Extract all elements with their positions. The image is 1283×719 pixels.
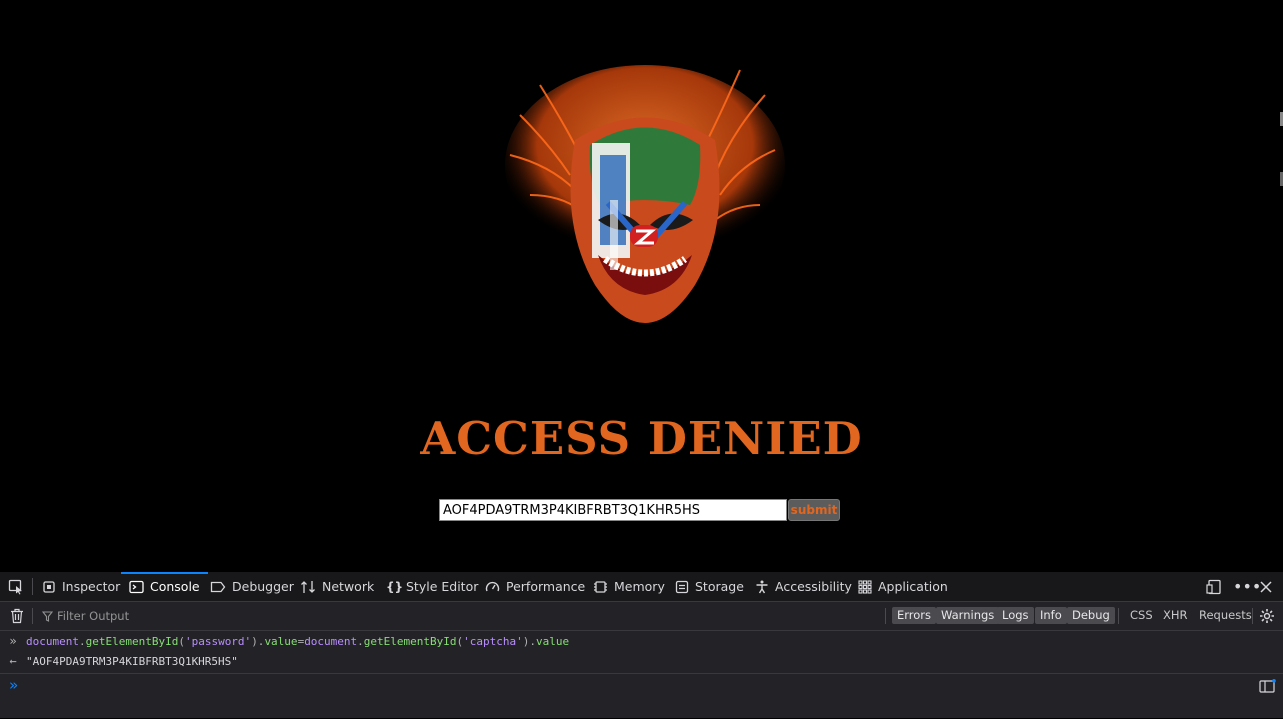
- inspector-icon: [43, 580, 55, 593]
- filter-requests-button[interactable]: Requests: [1199, 607, 1252, 624]
- result-arrow-icon: ←: [9, 654, 17, 668]
- filter-css-button[interactable]: CSS: [1130, 607, 1153, 624]
- submit-button[interactable]: submit: [788, 499, 840, 521]
- application-icon: [858, 579, 872, 594]
- devtools-panel: Inspector Console Debugger Network {} St…: [0, 572, 1283, 718]
- responsive-design-button[interactable]: [1206, 572, 1222, 601]
- tab-style-editor[interactable]: {} Style Editor: [386, 572, 478, 601]
- debugger-icon: [210, 581, 226, 592]
- more-options-button[interactable]: •••: [1233, 572, 1261, 601]
- console-input-line: » document.getElementById('password').va…: [0, 631, 1283, 651]
- storage-icon: [675, 580, 689, 593]
- filter-placeholder: Filter Output: [57, 609, 130, 623]
- tab-application[interactable]: Application: [858, 572, 948, 601]
- filter-output-input[interactable]: Filter Output: [42, 607, 342, 625]
- web-page: ACCESS DENIED submit: [0, 0, 1283, 572]
- performance-icon: [485, 581, 500, 591]
- style-editor-icon: {}: [386, 579, 404, 594]
- close-devtools-button[interactable]: [1260, 572, 1272, 601]
- accessibility-icon: [756, 580, 768, 593]
- input-chevron-icon: »: [9, 634, 17, 648]
- memory-icon: [594, 580, 607, 593]
- filter-debug-button[interactable]: Debug: [1067, 607, 1115, 624]
- console-result: "AOF4PDA9TRM3P4KIBFRBT3Q1KHR5HS": [26, 654, 238, 668]
- filter-icon: [42, 610, 53, 622]
- console-result-line: ← "AOF4PDA9TRM3P4KIBFRBT3Q1KHR5HS": [0, 651, 1283, 671]
- more-options-icon: •••: [1233, 577, 1262, 596]
- page-title: ACCESS DENIED: [420, 412, 863, 465]
- tab-storage[interactable]: Storage: [675, 572, 744, 601]
- filter-logs-button[interactable]: Logs: [997, 607, 1034, 624]
- console-input[interactable]: »: [0, 673, 1283, 719]
- prompt-chevron-icon: »: [9, 676, 19, 694]
- tab-console[interactable]: Console: [121, 572, 208, 601]
- tab-label: Accessibility: [775, 579, 852, 594]
- filter-info-button[interactable]: Info: [1035, 607, 1067, 624]
- tab-label: Console: [150, 579, 200, 594]
- tab-debugger[interactable]: Debugger: [210, 572, 294, 601]
- clear-console-button[interactable]: [10, 608, 24, 628]
- tab-memory[interactable]: Memory: [593, 572, 665, 601]
- console-filter-bar: Filter Output Errors Warnings Logs Info …: [0, 602, 1283, 631]
- filter-warnings-button[interactable]: Warnings: [936, 607, 1000, 624]
- editor-mode-button[interactable]: [1259, 679, 1276, 696]
- clown-face-icon: [505, 65, 785, 323]
- responsive-design-icon: [1206, 579, 1221, 594]
- tab-label: Style Editor: [406, 579, 479, 594]
- tab-label: Inspector: [62, 579, 121, 594]
- network-icon: [301, 580, 315, 593]
- console-output: » document.getElementById('password').va…: [0, 631, 1283, 718]
- tab-label: Memory: [614, 579, 665, 594]
- element-picker-icon: [8, 579, 22, 594]
- tab-label: Network: [322, 579, 375, 594]
- tab-performance[interactable]: Performance: [485, 572, 585, 601]
- editor-mode-icon: [1259, 679, 1276, 693]
- element-picker-button[interactable]: [8, 572, 24, 601]
- tab-accessibility[interactable]: Accessibility: [755, 572, 852, 601]
- devtools-toolbar: Inspector Console Debugger Network {} St…: [0, 572, 1283, 602]
- tab-label: Performance: [506, 579, 586, 594]
- trash-icon: [11, 608, 23, 624]
- close-icon: [1260, 580, 1272, 593]
- gear-icon: [1260, 609, 1274, 623]
- filter-xhr-button[interactable]: XHR: [1163, 607, 1188, 624]
- filter-errors-button[interactable]: Errors: [892, 607, 937, 624]
- tab-network[interactable]: Network: [300, 572, 374, 601]
- tab-label: Storage: [695, 579, 744, 594]
- console-icon: [129, 580, 144, 593]
- console-settings-button[interactable]: [1259, 608, 1275, 628]
- tab-inspector[interactable]: Inspector: [42, 572, 120, 601]
- tab-label: Application: [878, 579, 948, 594]
- tab-label: Debugger: [232, 579, 294, 594]
- password-input[interactable]: [439, 499, 787, 521]
- console-command: document.getElementById('password').valu…: [26, 634, 570, 648]
